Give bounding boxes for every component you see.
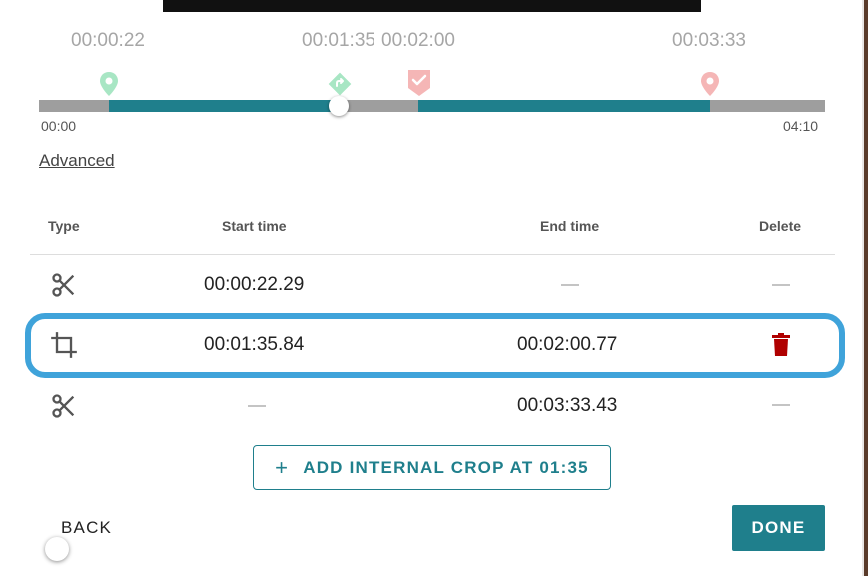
plus-icon: + [275, 454, 290, 480]
crop-start-marker-icon[interactable] [326, 70, 354, 98]
advanced-link[interactable]: Advanced [39, 151, 115, 171]
column-header-delete: Delete [759, 218, 802, 234]
window-border [864, 0, 868, 576]
empty-start-dash [248, 405, 266, 407]
playhead-handle[interactable] [329, 96, 349, 116]
column-header-start-time: Start time [222, 218, 287, 234]
timeline-kept-segment [418, 100, 710, 112]
column-header-type: Type [48, 218, 80, 234]
crop-end-marker-icon[interactable] [407, 69, 431, 97]
timeline-kept-segment [109, 100, 339, 112]
row-start-time: 00:00:22.29 [204, 274, 305, 295]
trash-icon[interactable] [771, 333, 791, 357]
scissors-icon [52, 394, 75, 418]
selected-row-highlight [25, 313, 845, 378]
toggle-knob[interactable] [45, 537, 69, 561]
marker-time-label: 00:01:35 [302, 30, 374, 51]
end-map-pin-icon[interactable] [700, 71, 720, 97]
start-map-pin-icon[interactable] [99, 71, 119, 97]
empty-delete-dash [772, 404, 790, 406]
done-button[interactable]: DONE [732, 505, 825, 551]
timeline-start-label: 00:00 [41, 118, 77, 134]
timeline-end-label: 04:10 [783, 118, 819, 134]
back-button[interactable]: BACK [61, 518, 112, 538]
empty-end-dash [561, 284, 579, 286]
scissors-icon [52, 273, 75, 297]
empty-delete-dash [772, 284, 790, 286]
video-preview [163, 0, 701, 12]
add-internal-crop-label: ADD INTERNAL CROP AT 01:35 [303, 457, 589, 477]
row-start-time: 00:01:35.84 [204, 334, 305, 355]
table-header-divider [30, 254, 835, 255]
row-end-time: 00:02:00.77 [517, 334, 618, 355]
marker-time-label: 00:03:33 [672, 30, 746, 51]
marker-time-label: 00:00:22 [71, 30, 145, 51]
crop-icon [51, 332, 77, 358]
add-internal-crop-button[interactable]: + ADD INTERNAL CROP AT 01:35 [253, 445, 611, 490]
column-header-end-time: End time [540, 218, 600, 234]
marker-time-label: 00:02:00 [381, 30, 455, 51]
row-end-time: 00:03:33.43 [517, 395, 618, 416]
